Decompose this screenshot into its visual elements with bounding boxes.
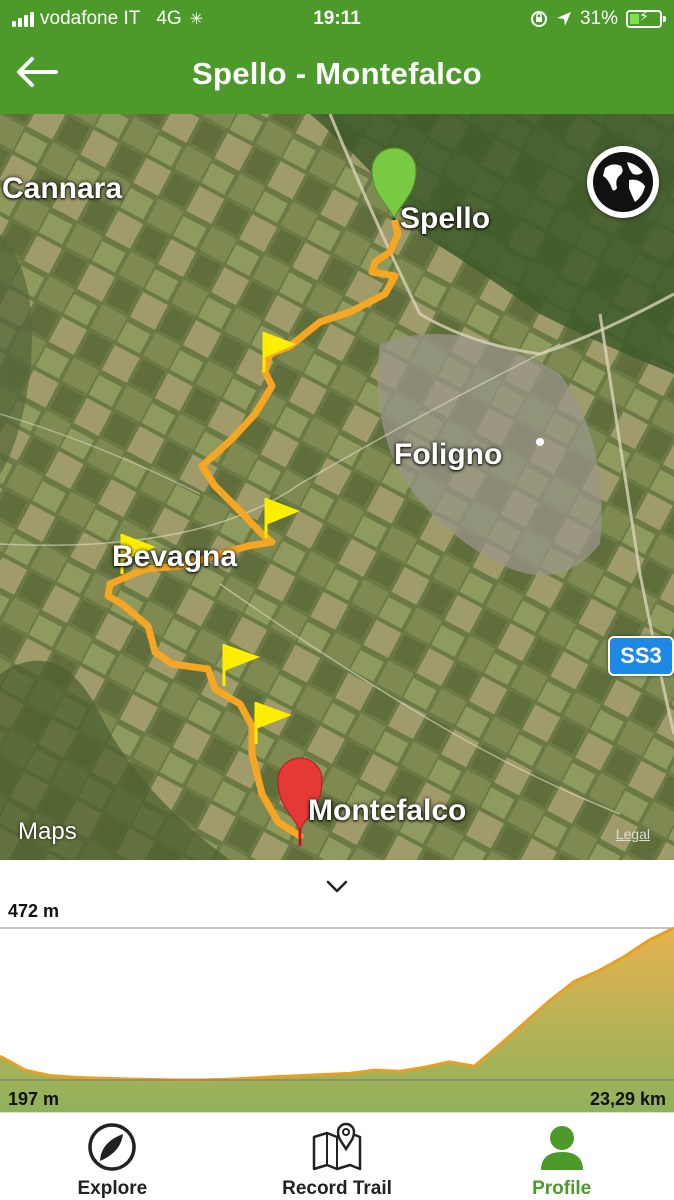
- maps-attribution-label: Maps: [18, 818, 77, 845]
- tab-record-trail[interactable]: Record Trail: [225, 1113, 450, 1200]
- tab-explore[interactable]: Explore: [0, 1113, 225, 1200]
- satellite-map: [0, 114, 674, 860]
- elevation-chart: [0, 926, 674, 1112]
- elevation-panel: 472 m 197 m 23,29 km: [0, 860, 674, 1112]
- elevation-min-label: 197 m: [8, 1089, 60, 1109]
- elevation-area: [0, 928, 674, 1112]
- elevation-max-label: 472 m: [8, 901, 60, 921]
- legal-link[interactable]: Legal: [616, 826, 650, 842]
- user-icon: [535, 1121, 589, 1173]
- rotation-lock-icon: [530, 11, 547, 27]
- elevation-distance-label: 23,29 km: [589, 1089, 666, 1109]
- map-pin-icon: [310, 1121, 364, 1173]
- compass-icon: [85, 1121, 139, 1173]
- chevron-down-icon: [326, 880, 348, 893]
- page-title: Spello - Montefalco: [192, 56, 482, 91]
- tab-label: Record Trail: [282, 1178, 392, 1199]
- tab-label: Profile: [532, 1178, 592, 1199]
- status-right: 31% ⚡: [530, 8, 666, 30]
- map-label-foligno: Foligno: [394, 438, 503, 471]
- location-arrow-icon: [556, 12, 571, 26]
- battery-percent: 31%: [579, 8, 618, 29]
- status-bar: vodafone IT 4G ✳ 19:11 31% ⚡: [0, 0, 674, 38]
- tab-bar: Explore Record Trail Profile: [0, 1112, 674, 1200]
- map-view[interactable]: Cannara Spello Foligno Bevagna Montefalc…: [0, 114, 674, 860]
- battery-icon: ⚡: [626, 8, 666, 28]
- map-label-spello: Spello: [400, 202, 491, 235]
- header: vodafone IT 4G ✳ 19:11 31% ⚡ Spello - Mo…: [0, 0, 674, 114]
- map-label-bevagna: Bevagna: [112, 540, 238, 573]
- maps-attribution: Maps: [18, 818, 77, 846]
- tab-profile[interactable]: Profile: [449, 1113, 674, 1200]
- map-label-montefalco: Montefalco: [308, 794, 467, 827]
- road-shield: SS3: [608, 636, 674, 676]
- map-type-button[interactable]: [587, 146, 659, 218]
- globe-icon: [593, 152, 653, 212]
- city-dot: [536, 438, 544, 446]
- collapse-button[interactable]: [317, 874, 357, 900]
- map-label-cannara: Cannara: [2, 172, 123, 205]
- tab-label: Explore: [77, 1178, 148, 1199]
- nav-bar: Spello - Montefalco: [0, 38, 674, 114]
